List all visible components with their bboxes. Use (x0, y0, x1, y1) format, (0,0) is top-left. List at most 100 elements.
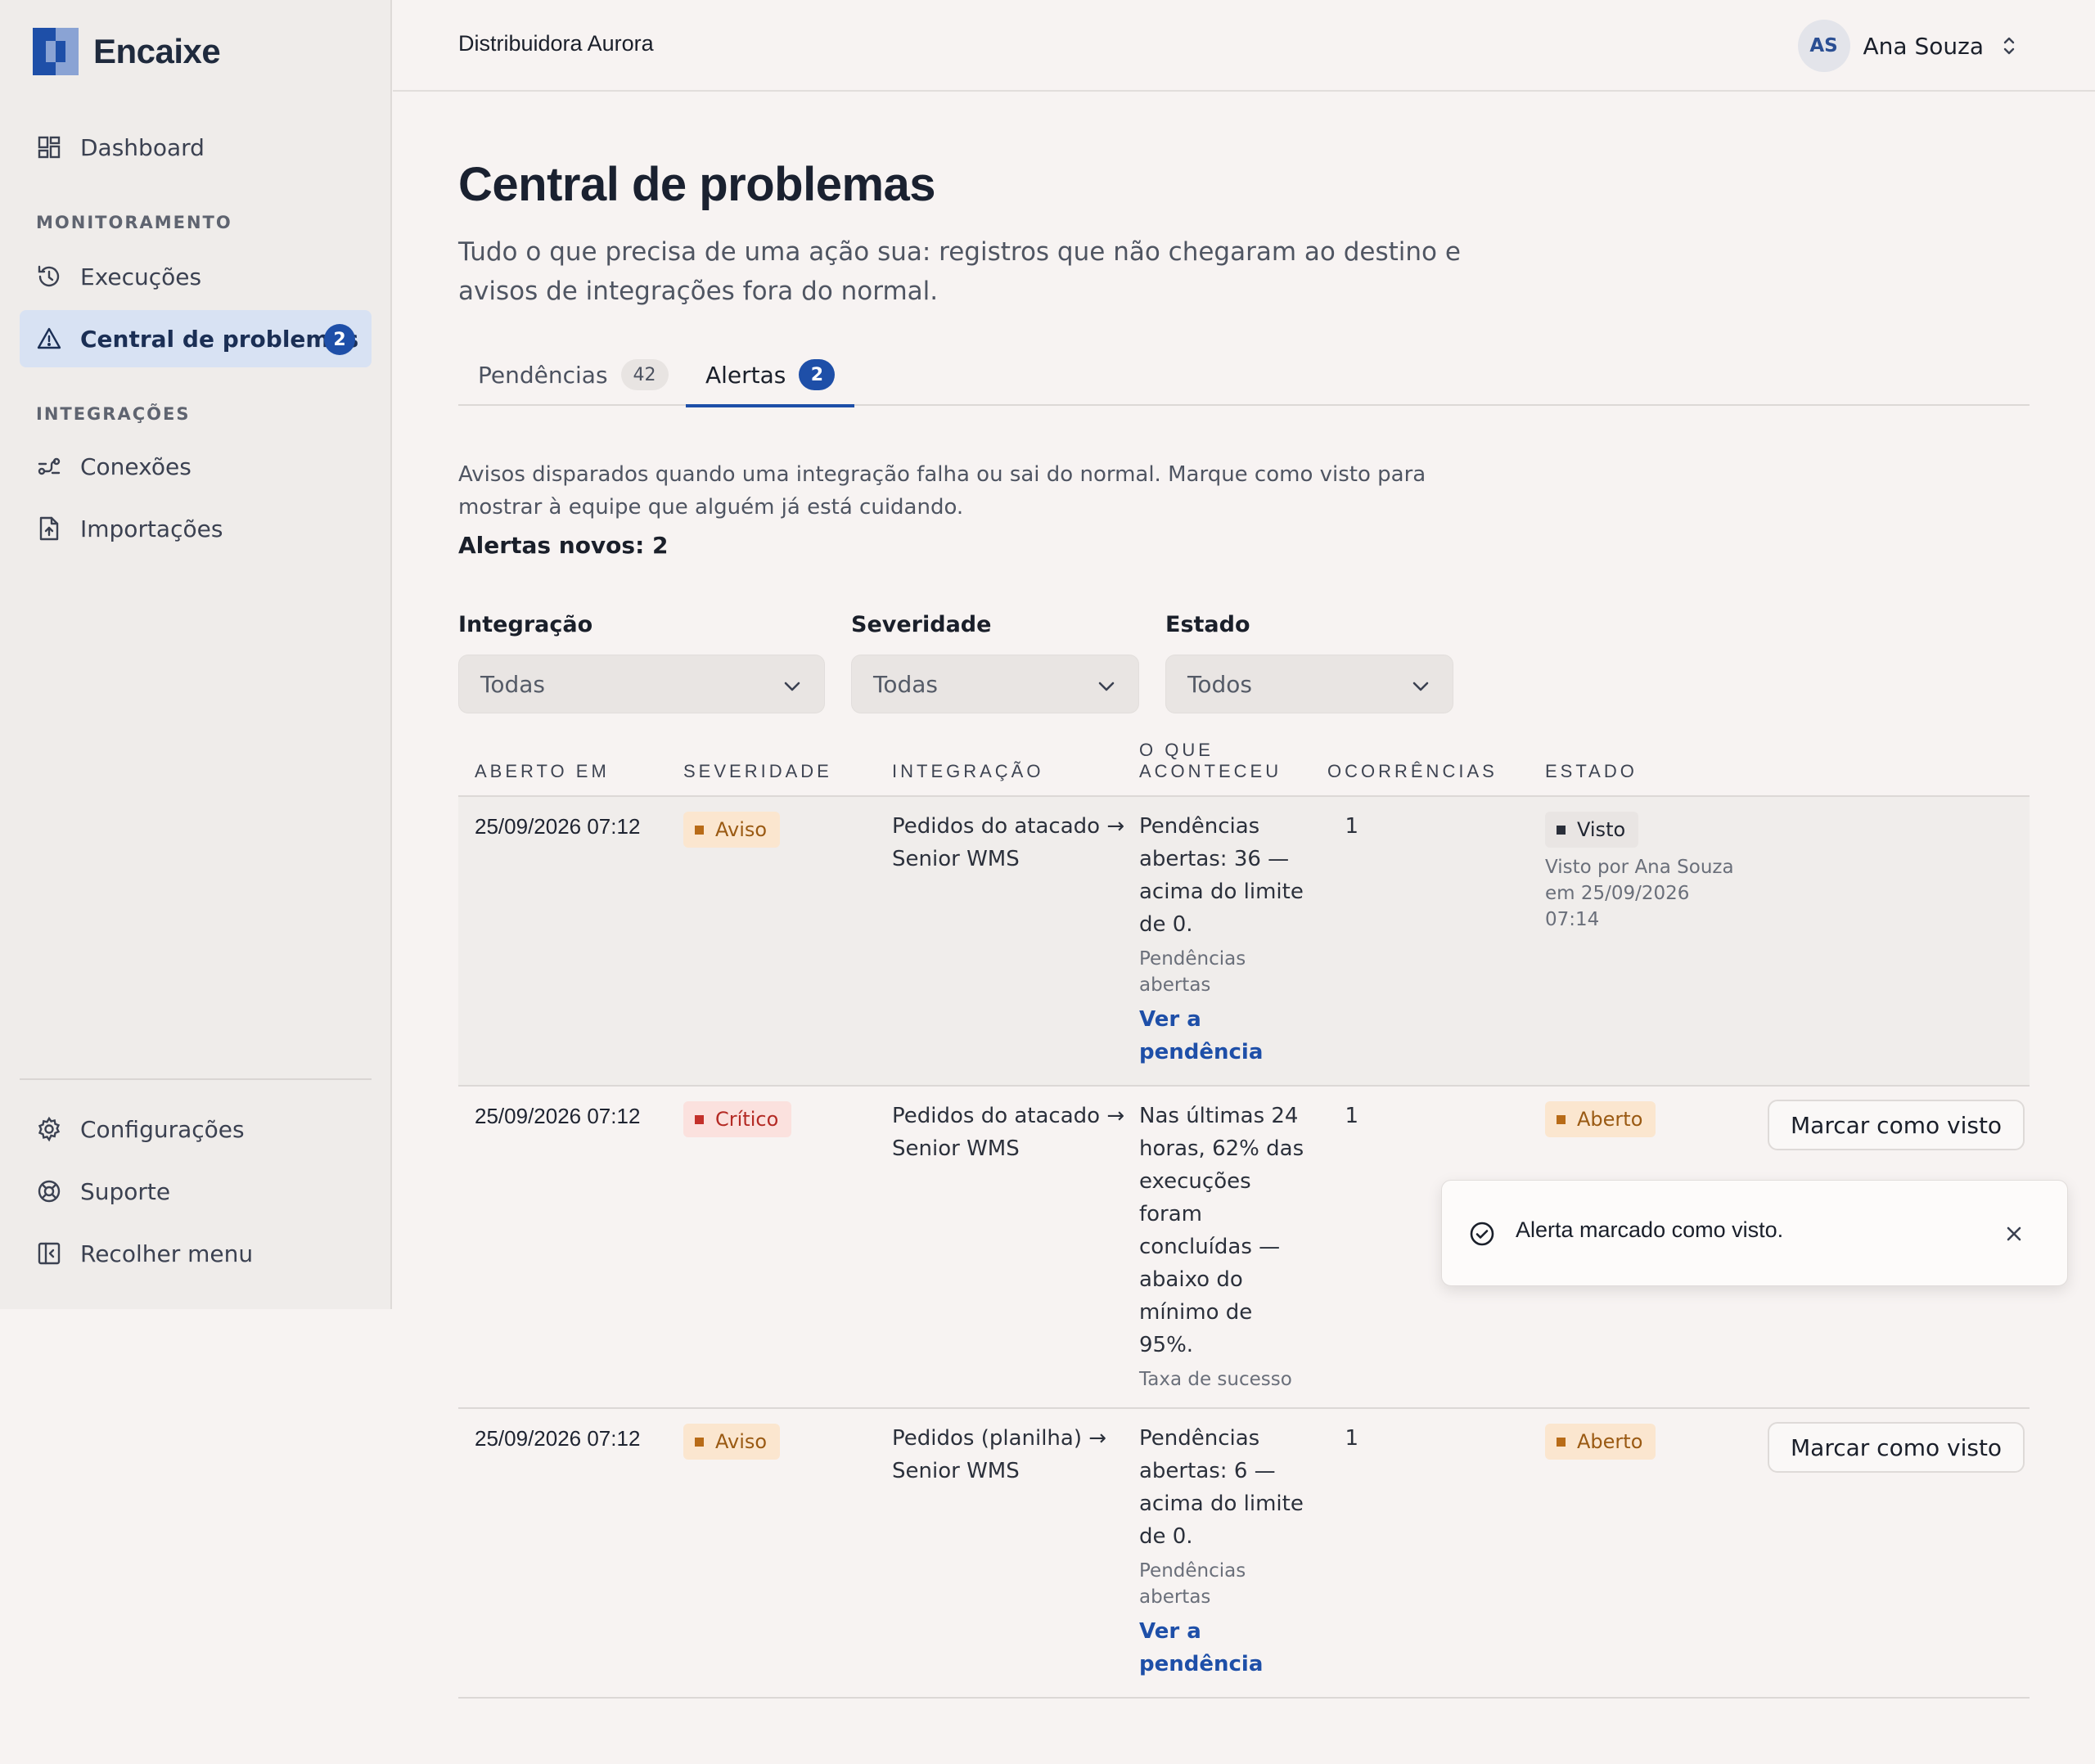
tabs: Pendências 42 Alertas 2 (458, 344, 2030, 407)
column-header-opened: ABERTO EM (475, 761, 610, 781)
view-pending-link[interactable]: Ver a (1139, 1615, 1201, 1648)
sidebar-item-label: Central de problemas (80, 325, 359, 353)
collapse-menu-button[interactable]: Recolher menu (20, 1225, 372, 1282)
new-alerts-count: Alertas novos: 2 (458, 532, 669, 559)
sidebar-item-problems[interactable]: Central de problemas 2 (20, 310, 372, 367)
sidebar-item-label: Recolher menu (80, 1240, 254, 1267)
user-menu[interactable]: AS Ana Souza (1797, 20, 2018, 72)
integration-line1: Pedidos do atacado → (892, 1104, 1125, 1128)
tab-pendencias[interactable]: Pendências 42 (458, 344, 688, 406)
avatar: AS (1797, 20, 1850, 72)
state-label: Aberto (1577, 1108, 1643, 1131)
chevron-down-icon (783, 671, 801, 698)
filter-integration: Integração Todas (458, 612, 825, 713)
alerts-description: Avisos disparados quando uma integração … (458, 462, 1426, 520)
view-pending-link[interactable]: pendência (1139, 1036, 1263, 1069)
sidebar-item-support[interactable]: Suporte (20, 1163, 372, 1220)
mark-as-seen-button[interactable]: Marcar como visto (1768, 1100, 2025, 1150)
app-name: Encaixe (93, 32, 221, 70)
sidebar-divider (20, 1078, 372, 1080)
page-title: Central de problemas (458, 158, 936, 211)
what-happened-line: abertas: 6 — (1139, 1459, 1276, 1483)
seen-by-text: em 25/09/2026 (1545, 883, 1690, 904)
what-happened-line: Pendências (1139, 1426, 1260, 1451)
state-badge: Aberto (1545, 1101, 1656, 1137)
filter-state: Estado Todos (1165, 612, 1453, 713)
status-dot (1557, 1114, 1566, 1124)
page-subtitle: Tudo o que precisa de uma ação sua: regi… (458, 237, 1461, 306)
sidebar-item-label: Importações (80, 515, 223, 542)
tab-count-badge: 2 (799, 359, 836, 390)
sidebar-item-label: Dashboard (80, 133, 205, 161)
filter-label: Integração (458, 612, 593, 637)
column-header-what-line2: ACONTECEU (1139, 761, 1282, 781)
sidebar-item-imports[interactable]: Importações (20, 500, 372, 557)
file-upload-icon (36, 515, 62, 542)
integration-line1: Pedidos (planilha) → (892, 1426, 1107, 1451)
metric-name: Pendências (1139, 1560, 1246, 1582)
opened-at: 25/09/2026 07:12 (475, 814, 641, 839)
select-value: Todos (1187, 670, 1252, 698)
occurrences-count: 1 (1345, 1426, 1358, 1451)
filter-severity: Severidade Todas (851, 612, 1139, 713)
what-happened-line: horas, 62% das (1139, 1136, 1304, 1161)
status-dot (695, 1114, 704, 1124)
view-pending-link[interactable]: Ver a (1139, 1003, 1201, 1036)
sidebar-item-settings[interactable]: Configurações (20, 1100, 372, 1158)
gear-icon (36, 1116, 62, 1142)
state-label: Visto (1577, 818, 1626, 841)
sidebar-collapse-icon (36, 1240, 62, 1267)
status-dot (695, 1437, 704, 1447)
state-select[interactable]: Todos (1165, 655, 1453, 713)
what-happened-line: abaixo do (1139, 1267, 1243, 1292)
severity-badge: Crítico (683, 1101, 792, 1137)
dashboard-icon (36, 134, 62, 160)
tab-count-badge: 42 (620, 359, 669, 390)
brand[interactable]: Encaixe (33, 28, 221, 75)
user-name: Ana Souza (1863, 32, 1984, 60)
occurrences-count: 1 (1345, 1104, 1358, 1128)
metric-name: Taxa de sucesso (1139, 1369, 1292, 1390)
sidebar-item-executions[interactable]: Execuções (20, 248, 372, 305)
what-happened-line: concluídas — (1139, 1235, 1281, 1259)
what-happened-line: de 0. (1139, 1524, 1193, 1549)
state-badge: Aberto (1545, 1424, 1656, 1460)
what-happened-line: acima do limite (1139, 1492, 1304, 1516)
status-dot (1557, 1437, 1566, 1447)
tab-alertas[interactable]: Alertas 2 (686, 344, 855, 407)
what-happened-line: acima do limite (1139, 880, 1304, 904)
seen-by-text: Visto por Ana Souza (1545, 857, 1734, 878)
what-happened-line: Pendências (1139, 814, 1260, 839)
lifebuoy-icon (36, 1178, 62, 1204)
sidebar-section-monitoring: MONITORAMENTO (36, 213, 232, 232)
integration-select[interactable]: Todas (458, 655, 825, 713)
state-label: Aberto (1577, 1430, 1643, 1453)
severity-select[interactable]: Todas (851, 655, 1139, 713)
toast-notification: Alerta marcado como visto. (1441, 1180, 2068, 1286)
sidebar-item-label: Suporte (80, 1177, 171, 1205)
organization-name: Distribuidora Aurora (458, 31, 654, 56)
opened-at: 25/09/2026 07:12 (475, 1104, 641, 1128)
sidebar-item-connections[interactable]: Conexões (20, 438, 372, 495)
status-dot (1557, 825, 1566, 835)
sidebar-item-label: Configurações (80, 1115, 245, 1143)
seen-by-text: 07:14 (1545, 909, 1600, 930)
metric-name: abertas (1139, 1586, 1211, 1608)
history-icon (36, 263, 62, 290)
opened-at: 25/09/2026 07:12 (475, 1426, 641, 1451)
what-happened-line: execuções (1139, 1169, 1251, 1194)
what-happened-line: de 0. (1139, 912, 1193, 937)
sidebar-item-dashboard[interactable]: Dashboard (20, 119, 372, 176)
problems-count-badge: 2 (324, 324, 355, 355)
column-header-occurrences: OCORRÊNCIAS (1327, 761, 1498, 781)
occurrences-count: 1 (1345, 814, 1358, 839)
mark-as-seen-button[interactable]: Marcar como visto (1768, 1422, 2025, 1473)
what-happened-line: mínimo de (1139, 1300, 1253, 1325)
view-pending-link[interactable]: pendência (1139, 1648, 1263, 1681)
severity-label: Aviso (715, 818, 768, 841)
sidebar: Encaixe Dashboard MONITORAMENTO Execuçõe… (0, 0, 392, 1309)
close-icon[interactable] (2002, 1222, 2026, 1246)
filter-label: Severidade (851, 612, 992, 637)
select-value: Todas (480, 670, 545, 698)
integration-line2: Senior WMS (892, 1136, 1020, 1161)
